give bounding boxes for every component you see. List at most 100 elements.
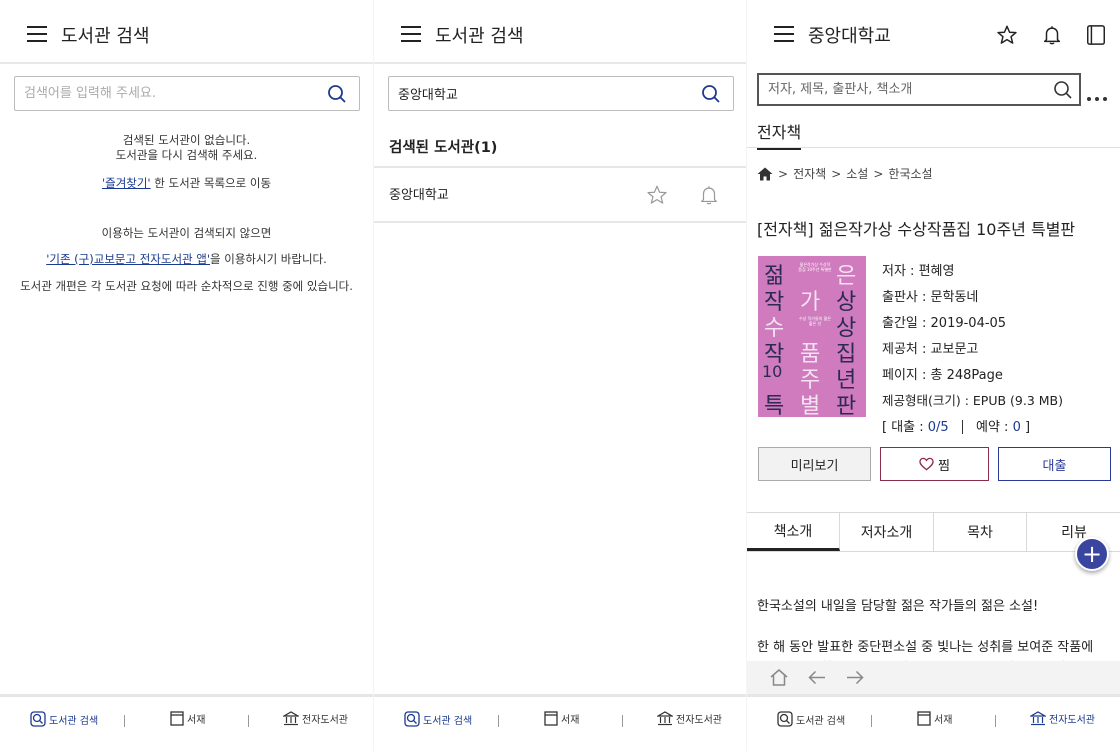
- back-arrow-icon[interactable]: [807, 668, 827, 687]
- hamburger-menu-icon[interactable]: [27, 26, 47, 42]
- nav-label: 전자도서관: [1049, 715, 1095, 726]
- header: 도서관 검색: [0, 0, 373, 64]
- library-search-result-panel: 도서관 검색 검색된 도서관(1) 중앙대학교 도서관 검색 서재 전자도서관: [373, 0, 746, 751]
- search-icon[interactable]: [701, 84, 721, 104]
- breadcrumb: > 전자책 > 소설 > 한국소설: [757, 165, 933, 182]
- reserve-count: 0: [1012, 420, 1021, 435]
- search-icon[interactable]: [327, 84, 347, 104]
- notice-line3: 도서관 개편은 각 도서관 요청에 따라 순차적으로 진행 중에 있습니다.: [20, 279, 353, 293]
- nav-e-library[interactable]: 전자도서관: [283, 711, 348, 726]
- nav-label: 서재: [187, 715, 206, 726]
- loan-count: 0/5: [927, 420, 949, 435]
- page-title: 도서관 검색: [61, 26, 150, 47]
- forward-arrow-icon[interactable]: [845, 668, 865, 687]
- library-result-row: 중앙대학교: [374, 166, 746, 223]
- nav-library-search[interactable]: 도서관 검색: [30, 711, 98, 727]
- book-detail-panel: 중앙대학교 전자책 > 전자책 > 소설 > 한국소설 [전자책] 젊은작가상 …: [746, 0, 1120, 751]
- floating-add-button[interactable]: +: [1075, 537, 1109, 571]
- nav-label: 도서관 검색: [423, 715, 473, 727]
- nav-e-library[interactable]: 전자도서관: [1030, 711, 1095, 726]
- library-search-box: [14, 76, 360, 111]
- loan-label: [ 대출 :: [882, 420, 928, 435]
- result-count-heading: 검색된 도서관(1): [389, 140, 498, 156]
- nav-shelf[interactable]: 서재: [170, 711, 205, 726]
- tab-ebook[interactable]: 전자책: [757, 119, 802, 150]
- hamburger-menu-icon[interactable]: [401, 26, 421, 42]
- star-icon[interactable]: [996, 24, 1018, 46]
- library-title: 중앙대학교: [808, 26, 891, 47]
- favorites-hint-suffix: 한 도서관 목록으로 이동: [150, 176, 272, 190]
- search-box-icon: [404, 711, 420, 727]
- breadcrumb-item[interactable]: 소설: [846, 165, 868, 182]
- wishlist-button-label: 찜: [938, 458, 950, 474]
- legacy-app-suffix: 을 이용하시기 바랍니다.: [210, 252, 327, 266]
- notice-line2: '기존 (구)교보문고 전자도서관 앱'을 이용하시기 바랍니다.: [0, 251, 373, 267]
- cover-glyph: 가: [800, 290, 821, 315]
- search-box-icon: [30, 711, 46, 727]
- library-name-link[interactable]: 중앙대학교: [389, 184, 449, 203]
- book-format: 제공형태(크기) : EPUB (9.3 MB): [882, 393, 1064, 408]
- breadcrumb-item[interactable]: 한국소설: [888, 165, 932, 182]
- book-search-input[interactable]: [759, 75, 1039, 104]
- library-search-input[interactable]: [15, 77, 305, 110]
- legacy-app-link[interactable]: '기존 (구)교보문고 전자도서관 앱': [46, 252, 210, 266]
- bookshelf-icon: [544, 711, 558, 726]
- library-search-input[interactable]: [389, 77, 679, 110]
- browser-nav-bar: [747, 661, 1120, 694]
- hamburger-menu-icon[interactable]: [774, 26, 794, 42]
- cover-glyph: 10: [762, 362, 783, 381]
- home-icon[interactable]: [757, 167, 773, 181]
- book-description-line: 한 해 동안 발표한 중단편소설 중 빛나는 성취를 보여준 작품에: [757, 640, 1094, 655]
- cover-glyph: 특: [764, 394, 785, 417]
- nav-divider: [622, 715, 623, 727]
- breadcrumb-item[interactable]: 전자책: [793, 165, 826, 182]
- book-pub-date: 출간일 : 2019-04-05: [882, 316, 1007, 331]
- more-options-icon[interactable]: [1087, 86, 1113, 101]
- tab-book-intro[interactable]: 책소개: [747, 513, 840, 551]
- breadcrumb-separator: >: [778, 166, 789, 181]
- breadcrumb-separator: >: [873, 166, 884, 181]
- home-icon[interactable]: [769, 668, 789, 687]
- tab-contents[interactable]: 목차: [934, 513, 1027, 551]
- bookshelf-icon: [917, 711, 931, 726]
- library-search-empty-panel: 도서관 검색 검색된 도서관이 없습니다. 도서관을 다시 검색해 주세요. '…: [0, 0, 373, 751]
- bell-icon[interactable]: [698, 184, 720, 206]
- star-icon[interactable]: [646, 184, 668, 206]
- search-icon[interactable]: [1053, 80, 1073, 100]
- book-pages: 페이지 : 총 248Page: [882, 368, 1003, 383]
- no-result-message-line2: 도서관을 다시 검색해 주세요.: [115, 148, 258, 162]
- loan-button[interactable]: 대출: [998, 447, 1111, 481]
- book-title: [전자책] 젊은작가상 수상작품집 10주년 특별판: [757, 220, 1076, 239]
- divider: [747, 147, 1120, 148]
- preview-button[interactable]: 미리보기: [758, 447, 871, 481]
- wishlist-button[interactable]: 찜: [880, 447, 989, 481]
- nav-divider: [871, 715, 872, 727]
- nav-label: 전자도서관: [676, 715, 722, 726]
- header: 도서관 검색: [374, 0, 746, 64]
- cover-glyph: 별: [800, 394, 821, 417]
- cover-tagline: 수상 작가들의 젊은 짧은 선: [799, 316, 831, 326]
- heart-icon: [919, 457, 934, 471]
- nav-e-library[interactable]: 전자도서관: [657, 711, 722, 726]
- bottom-nav: 도서관 검색 서재 전자도서관: [747, 694, 1120, 751]
- bookshelf-icon[interactable]: [1085, 24, 1107, 46]
- reserve-end: ]: [1020, 420, 1031, 435]
- notice-line1: 이용하는 도서관이 검색되지 않으면: [101, 226, 272, 240]
- favorites-hint: '즐겨찾기' 한 도서관 목록으로 이동: [0, 175, 373, 191]
- nav-divider: [498, 715, 499, 727]
- detail-tabs: 책소개 저자소개 목차 리뷰: [747, 512, 1120, 552]
- book-publisher: 출판사 : 문학동네: [882, 290, 979, 305]
- book-cover[interactable]: 젊 은 작 가 상 수 상 작 품 집 10 주 년 특 별 판 젊은작가상 수…: [758, 256, 866, 417]
- preview-button-label: 미리보기: [790, 458, 839, 474]
- nav-divider: [995, 715, 996, 727]
- nav-library-search[interactable]: 도서관 검색: [777, 711, 845, 727]
- no-result-message-line1: 검색된 도서관이 없습니다.: [122, 133, 251, 147]
- nav-shelf[interactable]: 서재: [544, 711, 579, 726]
- nav-library-search[interactable]: 도서관 검색: [404, 711, 472, 727]
- bell-icon[interactable]: [1041, 24, 1063, 46]
- favorites-link[interactable]: '즐겨찾기': [102, 176, 151, 190]
- tab-author-intro[interactable]: 저자소개: [840, 513, 934, 551]
- book-search-box: [757, 73, 1081, 106]
- library-search-box: [388, 76, 734, 111]
- nav-shelf[interactable]: 서재: [917, 711, 952, 726]
